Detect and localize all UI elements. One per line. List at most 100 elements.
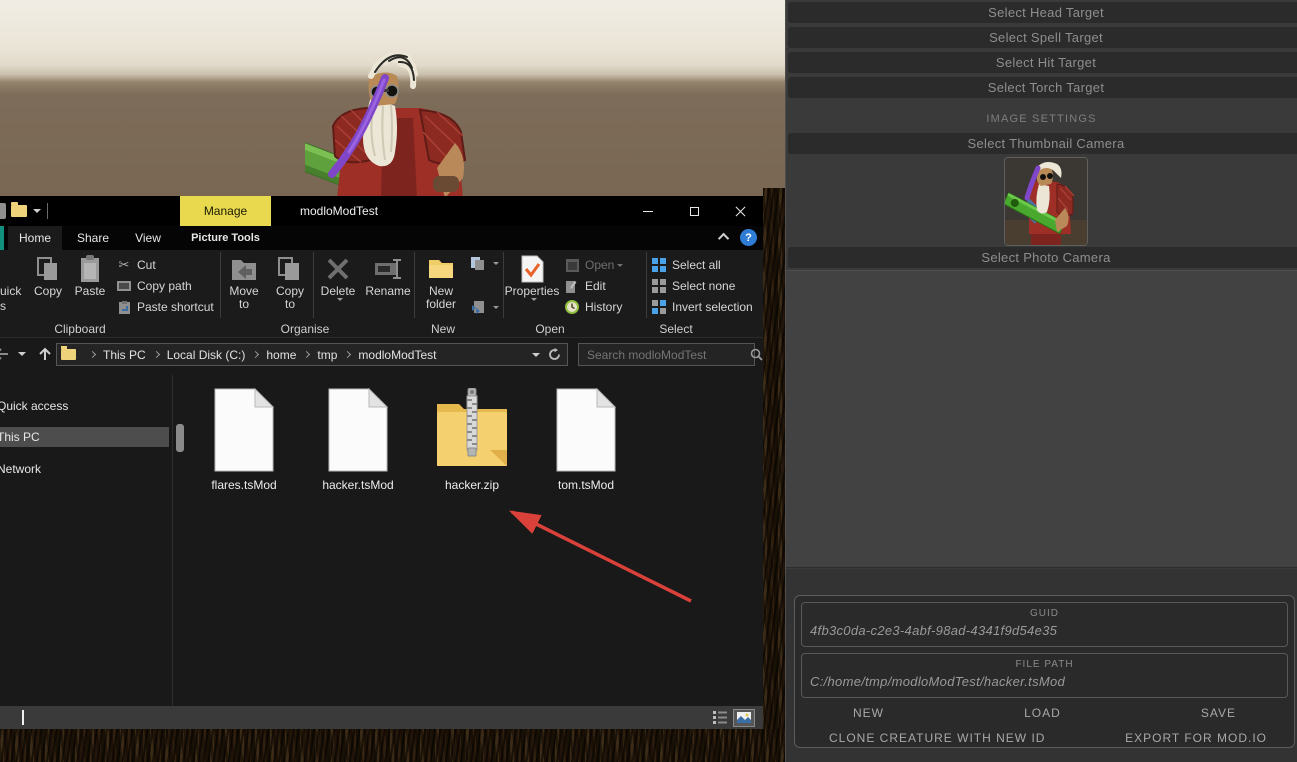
file-name: tom.tsMod [558,478,614,492]
tab-share[interactable]: Share [68,226,118,250]
paste-button[interactable]: Paste [68,250,112,322]
ribbon-home: uick s Copy Paste ✂ Cut [0,250,763,322]
edit-icon [564,279,580,293]
large-thumbnails-view-button[interactable] [733,709,755,727]
breadcrumb-home[interactable]: home [264,348,298,362]
easy-access-icon [471,300,485,314]
tab-view[interactable]: View [124,226,172,250]
open-button[interactable]: Open [564,256,642,274]
tab-picture-tools[interactable]: Picture Tools [180,226,271,250]
export-mod-io-button[interactable]: EXPORT FOR MOD.IO [1125,731,1267,745]
maximize-icon [690,207,699,216]
guid-field[interactable]: GUID 4fb3c0da-c2e3-4abf-98ad-4341f9d54e3… [801,602,1288,647]
file-io-section: GUID 4fb3c0da-c2e3-4abf-98ad-4341f9d54e3… [786,569,1297,762]
select-thumbnail-camera-button[interactable]: Select Thumbnail Camera [788,133,1297,154]
details-view-button[interactable] [713,711,727,724]
explorer-titlebar: Manage modloModTest [0,196,763,226]
ground-texture-bottom [0,729,785,762]
properties-button[interactable]: Properties [504,250,560,322]
delete-button[interactable]: Delete [314,250,362,322]
breadcrumb-this-pc[interactable]: This PC [101,348,148,362]
sidebar-item-network[interactable]: Network [0,459,169,479]
file-path-field[interactable]: FILE PATH C:/home/tmp/modloModTest/hacke… [801,653,1288,698]
back-button[interactable] [0,348,8,360]
save-creature-button[interactable]: SAVE [1201,706,1236,720]
clone-creature-button[interactable]: CLONE CREATURE WITH NEW ID [829,731,1045,745]
rename-button[interactable]: Rename [362,250,414,322]
group-label-organise: Organise [281,322,330,336]
qat-properties-icon[interactable] [0,203,6,219]
sidebar-scrollbar-thumb[interactable] [176,424,184,452]
qat-folder-icon[interactable] [11,205,27,217]
group-label-open: Open [535,322,564,336]
qat-dropdown-icon[interactable] [33,209,41,213]
file-io-container: GUID 4fb3c0da-c2e3-4abf-98ad-4341f9d54e3… [794,595,1295,748]
minimize-button[interactable] [625,196,671,226]
zip-file-icon [434,388,510,472]
file-name: hacker.tsMod [322,478,393,492]
select-photo-camera-button[interactable]: Select Photo Camera [788,247,1297,268]
image-settings-header: IMAGE SETTINGS [786,113,1297,125]
refresh-icon[interactable] [548,348,561,361]
pin-to-quick-access-button-partial[interactable]: uick s [0,250,28,322]
select-torch-target-button[interactable]: Select Torch Target [788,77,1297,98]
close-icon [735,206,746,217]
file-item-hacker-zip[interactable]: hacker.zip [422,388,522,492]
copy-to-button[interactable]: Copy to [267,250,313,322]
ribbon-tab-row: Home Share View Picture Tools ? [0,226,763,250]
sidebar-item-this-pc[interactable]: This PC [0,427,169,447]
maximize-button[interactable] [671,196,717,226]
paste-icon [75,255,105,283]
paste-shortcut-button[interactable]: Paste shortcut [116,298,216,316]
tab-file-partial[interactable] [0,226,4,250]
cut-button[interactable]: ✂ Cut [116,256,216,274]
up-button[interactable] [38,347,52,361]
manage-tab-label: Manage [204,204,247,218]
copy-path-button[interactable]: Copy path [116,277,216,295]
recent-locations-dropdown-icon[interactable] [18,352,26,356]
file-list: flares.tsMod hacker.tsMod [194,388,636,492]
new-creature-button[interactable]: NEW [853,706,884,720]
load-creature-button[interactable]: LOAD [1024,706,1061,720]
ribbon-contextual-manage-tab[interactable]: Manage [180,196,271,226]
new-item-icon [471,256,485,270]
new-item-button[interactable] [471,254,499,272]
qat-separator [47,203,48,219]
easy-access-button[interactable] [471,298,499,316]
new-folder-button[interactable]: New folder [415,250,467,322]
navigation-pane: Quick access This PC Network [0,375,172,706]
file-actions-row-1: NEW LOAD SAVE [795,706,1294,720]
copy-button[interactable]: Copy [28,250,68,322]
breadcrumb-current-folder[interactable]: modloModTest [356,348,438,362]
invert-selection-button[interactable]: Invert selection [651,298,753,316]
file-item-flares-tsmod[interactable]: flares.tsMod [194,388,294,492]
history-icon [564,300,580,314]
tab-home[interactable]: Home [8,226,62,250]
ground-texture-right [763,188,785,762]
search-input[interactable] [579,348,750,362]
collapse-ribbon-icon[interactable] [718,233,729,244]
move-to-button[interactable]: Move to [221,250,267,322]
address-dropdown-icon[interactable] [532,353,540,357]
select-all-button[interactable]: Select all [651,256,753,274]
help-button[interactable]: ? [740,229,757,246]
select-head-target-button[interactable]: Select Head Target [788,2,1297,23]
select-spell-target-button[interactable]: Select Spell Target [788,27,1297,48]
select-none-button[interactable]: Select none [651,277,753,295]
history-button[interactable]: History [564,298,642,316]
select-hit-target-button[interactable]: Select Hit Target [788,52,1297,73]
edit-button[interactable]: Edit [564,277,642,295]
breadcrumb-local-disk[interactable]: Local Disk (C:) [165,348,248,362]
breadcrumb-tmp[interactable]: tmp [315,348,339,362]
move-to-icon [229,255,259,283]
file-item-tom-tsmod[interactable]: tom.tsMod [536,388,636,492]
search-icon[interactable] [750,348,770,361]
search-box[interactable] [578,343,755,366]
close-button[interactable] [717,196,763,226]
address-bar[interactable]: This PC Local Disk (C:) home tmp modloMo… [56,343,568,366]
screen: Manage modloModTest Home Share View Pict… [0,0,1297,762]
file-name: hacker.zip [445,478,499,492]
open-small-buttons: Open Edit History [560,250,646,322]
file-item-hacker-tsmod[interactable]: hacker.tsMod [308,388,408,492]
sidebar-item-quick-access[interactable]: Quick access [0,396,169,416]
